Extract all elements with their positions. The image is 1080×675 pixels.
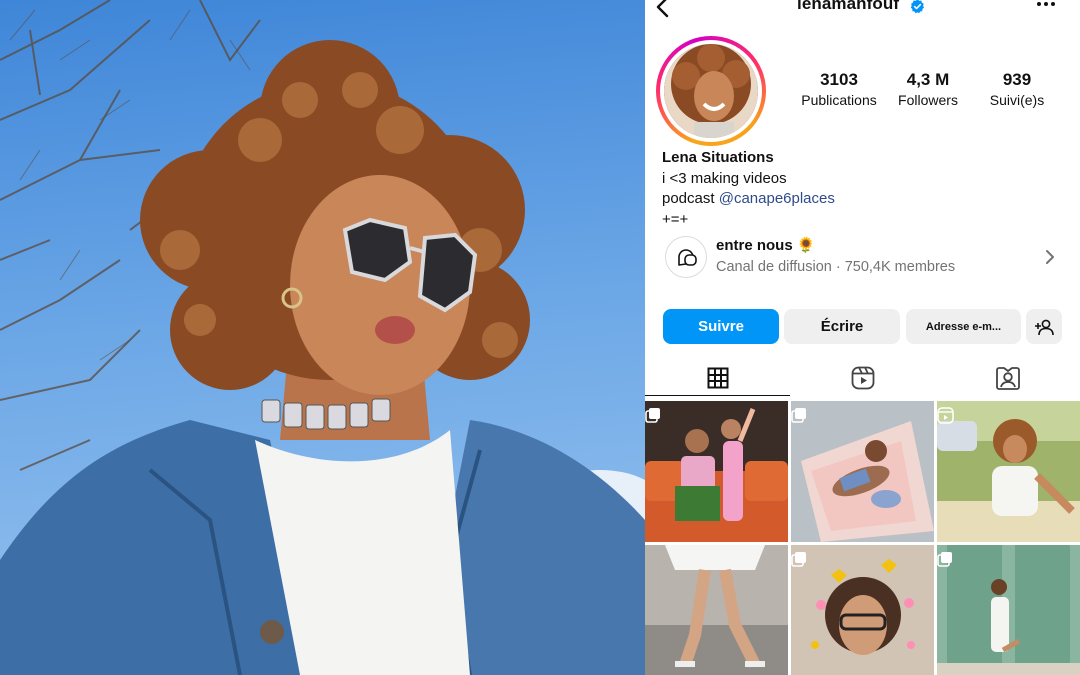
profile-tabs [645, 360, 1080, 396]
tab-tagged[interactable] [935, 360, 1080, 396]
top-bar: lenamahfouf [645, 0, 1080, 18]
stat-followers-count: 4,3 M [906, 70, 950, 89]
stat-followers[interactable]: 4,3 M Followers [890, 70, 966, 110]
carousel-icon [791, 408, 806, 423]
profile-panel: lenamahfouf 3103 Publications 4,3 M Foll… [645, 0, 1080, 675]
grid-icon [707, 367, 728, 388]
profile-username: lenamahfouf [797, 0, 900, 13]
channel-subtitle: Canal de diffusion · 750,4K membres [716, 259, 956, 275]
tab-posts[interactable] [645, 360, 790, 396]
broadcast-channel-icon [665, 236, 707, 278]
carousel-icon [791, 552, 806, 567]
post-thumbnail[interactable] [937, 545, 1080, 675]
stat-posts-count: 3103 [820, 70, 858, 89]
story-ring[interactable] [656, 36, 766, 146]
bio-line-2: podcast @canape6places [662, 189, 835, 210]
bio-podcast-label: podcast [662, 190, 719, 207]
back-arrow-icon[interactable] [653, 0, 673, 18]
stat-following-count: 939 [1002, 70, 1032, 89]
tab-reels[interactable] [790, 360, 935, 396]
more-options-icon[interactable] [1035, 0, 1057, 14]
follow-button[interactable]: Suivre [663, 309, 779, 344]
stat-posts[interactable]: 3103 Publications [795, 70, 883, 110]
avatar [664, 44, 758, 138]
stat-posts-label: Publications [801, 92, 877, 108]
stat-following[interactable]: 939 Suivi(e)s [981, 70, 1053, 110]
message-button[interactable]: Écrire [784, 309, 900, 344]
bio: Lena Situations i <3 making videos podca… [662, 148, 835, 230]
email-button[interactable]: Adresse e-m... [906, 309, 1021, 344]
broadcast-channel[interactable]: entre nous 🌻 Canal de diffusion · 750,4K… [665, 236, 1065, 280]
verified-badge-icon [910, 0, 924, 14]
post-thumbnail[interactable] [645, 545, 788, 675]
suggested-users-button[interactable] [1026, 309, 1062, 344]
post-thumbnail[interactable] [791, 545, 934, 675]
post-thumbnail[interactable] [791, 401, 934, 542]
selfie-photo [0, 0, 645, 675]
posts-grid [645, 401, 1080, 675]
bio-line-1: i <3 making videos [662, 169, 787, 187]
bio-line-3: +=+ [662, 210, 689, 228]
channel-title: entre nous 🌻 [716, 237, 816, 254]
carousel-icon [937, 552, 952, 567]
stat-followers-label: Followers [898, 92, 958, 108]
reels-icon [851, 366, 874, 390]
carousel-icon [645, 408, 660, 423]
post-thumbnail[interactable] [937, 401, 1080, 542]
reel-icon [937, 407, 954, 424]
bio-mention-link[interactable]: @canape6places [719, 190, 835, 207]
display-name: Lena Situations [662, 149, 774, 166]
chevron-right-icon [1046, 250, 1054, 264]
add-user-icon [1035, 319, 1054, 335]
tagged-icon [995, 367, 1020, 390]
post-thumbnail[interactable] [645, 401, 788, 542]
stat-following-label: Suivi(e)s [989, 92, 1045, 108]
